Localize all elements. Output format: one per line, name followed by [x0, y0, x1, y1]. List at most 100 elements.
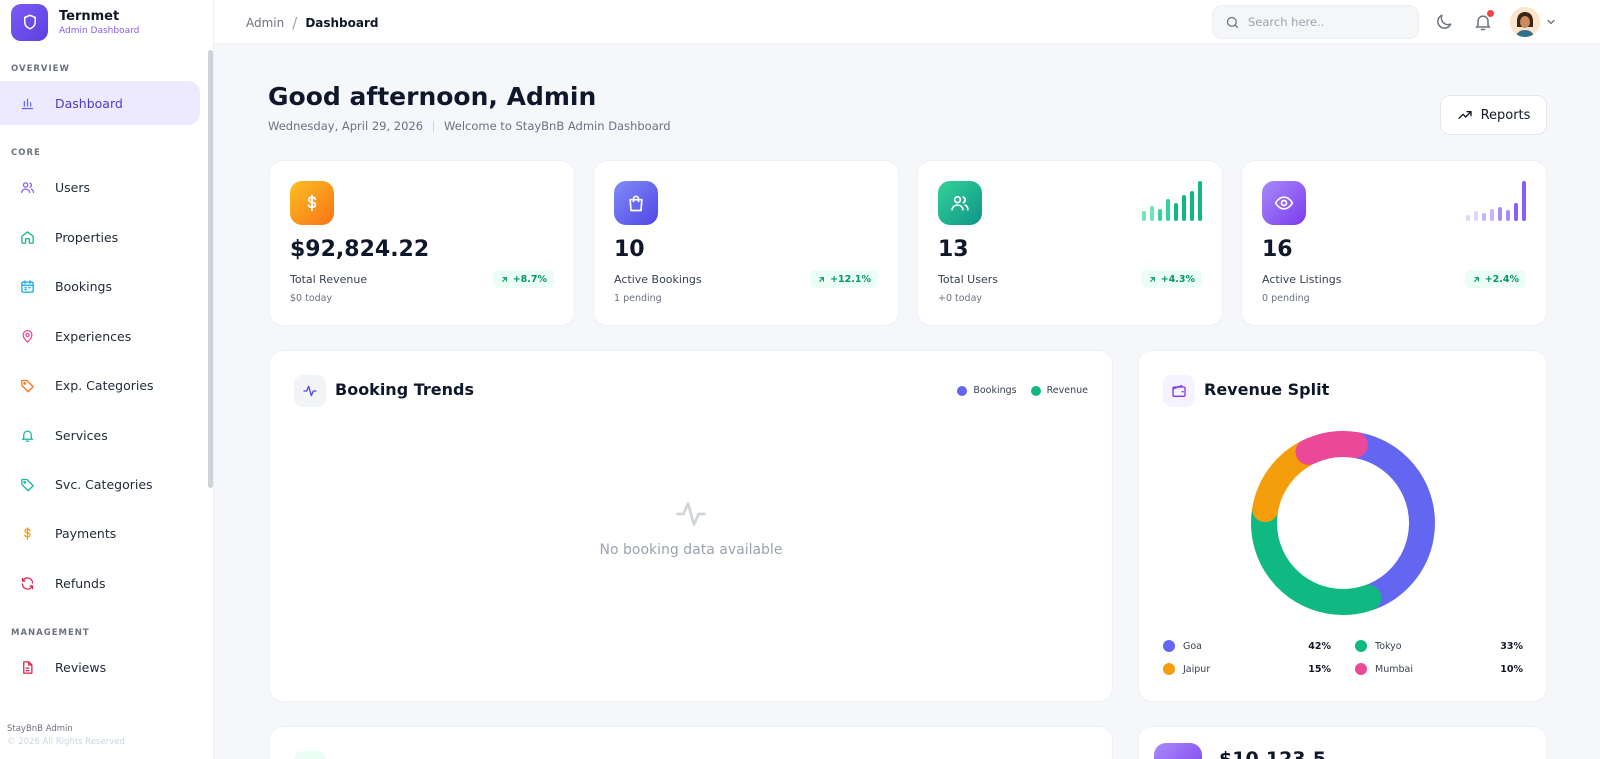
legend-label-revenue: Revenue	[1046, 385, 1088, 396]
stat-value: $92,824.22	[290, 237, 430, 262]
reports-label: Reports	[1480, 107, 1531, 123]
shopping-bag-icon	[614, 181, 658, 225]
breadcrumb-admin[interactable]: Admin	[246, 16, 284, 30]
wallet-icon	[1163, 375, 1195, 407]
legend-pct: 15%	[1308, 663, 1331, 675]
legend-dot	[1163, 663, 1175, 675]
sidebar-item-label: Services	[55, 427, 108, 443]
avatar[interactable]	[1510, 7, 1540, 37]
panel-icon	[1154, 743, 1202, 759]
sidebar-item-experiences[interactable]: Experiences	[0, 314, 200, 358]
legend-label-bookings: Bookings	[973, 385, 1017, 396]
sidebar-item-label: Experiences	[55, 328, 132, 344]
empty-state: No booking data available	[270, 496, 1112, 558]
stat-card-bookings[interactable]: 10 Active Bookings 1 pending +12.1%	[593, 160, 899, 326]
sidebar-item-svc-categories[interactable]: Svc. Categories	[0, 462, 200, 506]
panel-title: Booking Trends	[335, 380, 474, 399]
welcome-text: Welcome to StayBnB Admin Dashboard	[444, 119, 671, 133]
section-label-core: CORE	[11, 148, 41, 158]
users-icon	[938, 181, 982, 225]
tag-icon	[21, 478, 34, 491]
search-input[interactable]	[1248, 15, 1398, 29]
chart-legend: Bookings Revenue	[957, 385, 1088, 396]
sparkline-bars	[1142, 181, 1202, 221]
sidebar-item-label: Dashboard	[55, 95, 123, 111]
sidebar-item-label: Users	[55, 179, 91, 195]
sidebar-item-payments[interactable]: Payments	[0, 511, 200, 555]
stat-card-revenue[interactable]: $92,824.22 Total Revenue $0 today +8.7%	[269, 160, 575, 326]
stat-note: $0 today	[290, 293, 333, 304]
search-icon	[1226, 16, 1239, 28]
stat-label: Total Revenue	[290, 273, 368, 286]
stat-change-text: +8.7%	[512, 273, 547, 285]
trending-up-icon	[1457, 111, 1472, 119]
legend-name: Mumbai	[1375, 663, 1413, 675]
activity-icon	[294, 375, 326, 407]
sidebar-item-reviews[interactable]: Reviews	[0, 645, 200, 689]
stat-note: 0 pending	[1262, 293, 1310, 304]
arrow-up-right-icon	[501, 276, 507, 282]
breadcrumb: Admin / Dashboard	[246, 14, 379, 32]
stat-value: 16	[1262, 237, 1293, 262]
legend-pct: 42%	[1308, 640, 1331, 652]
chevron-down-icon[interactable]	[1545, 16, 1557, 28]
dollar-icon	[24, 526, 31, 540]
sidebar-item-label: Refunds	[55, 575, 106, 591]
sidebar-item-properties[interactable]: Properties	[0, 215, 200, 259]
search-box[interactable]	[1212, 5, 1419, 39]
sidebar-item-exp-categories[interactable]: Exp. Categories	[0, 363, 200, 407]
stat-change-badge: +2.4%	[1464, 270, 1526, 288]
sidebar-item-dashboard[interactable]: Dashboard	[0, 81, 200, 125]
legend-row-jaipur: Jaipur 15%	[1163, 663, 1331, 675]
legend-row-tokyo: Tokyo 33%	[1355, 640, 1523, 652]
eye-icon	[1262, 181, 1306, 225]
stat-card-users[interactable]: 13 Total Users +0 today +4.3%	[917, 160, 1223, 326]
page-title: Good afternoon, Admin	[268, 82, 597, 111]
sidebar-item-refunds[interactable]: Refunds	[0, 561, 200, 605]
stat-label: Active Bookings	[614, 273, 702, 286]
map-pin-icon	[22, 329, 33, 343]
empty-message: No booking data available	[599, 542, 783, 558]
footer-app-name: StayBnB Admin	[7, 724, 73, 734]
brand[interactable]: Ternmet Admin Dashboard	[0, 0, 213, 44]
stat-card-listings[interactable]: 16 Active Listings 0 pending +2.4%	[1241, 160, 1547, 326]
reports-button[interactable]: Reports	[1440, 95, 1547, 135]
sidebar-item-users[interactable]: Users	[0, 165, 200, 209]
notification-dot	[1487, 10, 1494, 17]
stat-change-badge: +8.7%	[492, 270, 554, 288]
footer-copyright: © 2026 All Rights Reserved	[7, 737, 125, 747]
sidebar-scrollbar[interactable]	[208, 50, 213, 488]
breadcrumb-separator: /	[292, 14, 298, 32]
divider	[433, 120, 435, 132]
stat-change-badge: +4.3%	[1140, 270, 1202, 288]
legend-dot	[1163, 640, 1175, 652]
calendar-icon	[21, 279, 34, 293]
stat-change-text: +12.1%	[830, 273, 871, 285]
arrow-up-right-icon	[1149, 276, 1155, 282]
moon-icon[interactable]	[1434, 12, 1454, 32]
stat-value: 10	[614, 237, 645, 262]
legend-name: Goa	[1183, 640, 1202, 652]
sidebar-item-bookings[interactable]: Bookings	[0, 264, 200, 308]
dollar-icon	[290, 181, 334, 225]
brand-subtitle: Admin Dashboard	[59, 25, 140, 36]
section-label-management: MANAGEMENT	[11, 628, 90, 638]
revenue-split-panel: Revenue Split Goa 42% Tokyo 33% Jaipur 1…	[1138, 350, 1547, 702]
sidebar-item-services[interactable]: Services	[0, 413, 200, 457]
stat-change-badge: +12.1%	[810, 270, 878, 288]
legend-pct: 33%	[1500, 640, 1523, 652]
legend-dot	[1355, 663, 1367, 675]
legend-dot	[1355, 640, 1367, 652]
brand-name: Ternmet	[59, 8, 120, 24]
legend-dot-bookings	[957, 385, 968, 396]
sidebar-item-label: Bookings	[55, 278, 112, 294]
stat-change-text: +4.3%	[1160, 273, 1195, 285]
legend-name: Jaipur	[1183, 663, 1211, 675]
booking-trends-panel: Booking Trends Bookings Revenue No booki…	[269, 350, 1113, 702]
revenue-donut-chart	[1251, 431, 1435, 615]
sidebar-item-label: Exp. Categories	[55, 377, 154, 393]
stat-note: +0 today	[938, 293, 983, 304]
users-icon	[20, 181, 35, 193]
bottom-card-value: $10,123.5	[1219, 748, 1326, 759]
stat-value: 13	[938, 237, 969, 262]
